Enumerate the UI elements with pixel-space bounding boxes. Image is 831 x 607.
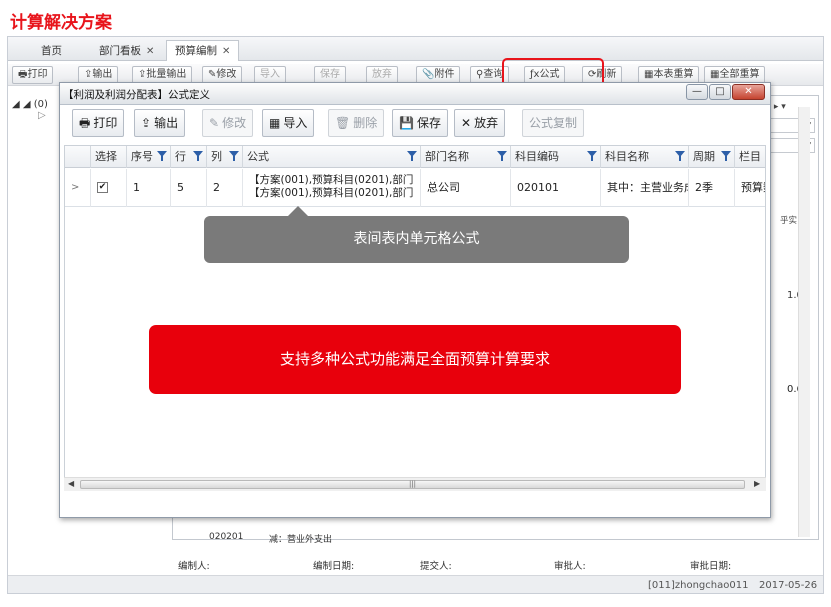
header-formula[interactable]: 公式 <box>243 146 421 168</box>
tab-label: 首页 <box>41 45 62 57</box>
bg-print-button[interactable]: 🖶打印 <box>12 66 54 84</box>
close-icon[interactable]: ✕ <box>732 84 765 100</box>
bg-row-name: 减：营业外支出 <box>269 535 333 545</box>
header-subject-name[interactable]: 科目名称 <box>601 146 689 168</box>
cell-dept: 总公司 <box>421 169 511 207</box>
save-button[interactable]: 💾 保存 <box>392 109 448 137</box>
formula-line: 【方案(001),预算科目(0201),部门 <box>249 187 414 199</box>
status-bar: [011]zhongchao011 2017-05-26 <box>8 575 823 593</box>
edit-button[interactable]: ✎ 修改 <box>202 109 254 137</box>
scroll-thumb[interactable]: ||| <box>80 480 745 489</box>
filter-icon[interactable] <box>193 151 203 161</box>
cell-subject-name: 其中：主营业务成 <box>601 169 689 207</box>
dialog-title: 【利润及利润分配表】公式定义 <box>63 89 210 101</box>
scroll-left-icon[interactable]: ◀ <box>68 479 74 488</box>
copy-formula-button[interactable]: 公式复制 <box>522 109 585 137</box>
import-button[interactable]: ▦ 导入 <box>262 109 315 137</box>
horizontal-scrollbar[interactable]: ◀ ||| ▶ <box>64 477 766 491</box>
chevron-right-icon: > <box>71 182 80 193</box>
header-column[interactable]: 栏目 <box>735 146 765 168</box>
header-col[interactable]: 列 <box>207 146 243 168</box>
cell-period: 2季 <box>689 169 735 207</box>
bg-col-label: 乎实 <box>780 216 798 226</box>
cell-column: 预算数 <box>741 181 765 194</box>
printer-icon: 🖶 <box>79 116 91 130</box>
cell-col: 2 <box>207 169 243 207</box>
prep-date-label: 编制日期: <box>313 561 355 572</box>
cell-row: 5 <box>171 169 207 207</box>
tab-label: 预算编制 <box>175 45 217 57</box>
approve-date-label: 审批日期: <box>690 561 732 572</box>
status-user: [011]zhongchao011 <box>648 580 749 591</box>
table-row[interactable]: > ✔ 1 5 2 【方案(001),预算科目(0201),部门 【方案(001… <box>65 169 765 207</box>
formula-grid: 选择 序号 行 列 公式 部门名称 科目编码 科目名称 周期 栏目 > ✔ 1 … <box>64 145 766 485</box>
row-select-cell[interactable]: ✔ <box>91 169 127 207</box>
tab-home[interactable]: 首页 <box>32 40 71 61</box>
status-date: 2017-05-26 <box>759 580 818 591</box>
delete-button[interactable]: 🗑 删除 <box>328 109 385 137</box>
approver-label: 审批人: <box>554 561 586 572</box>
bg-row-code: 020201 <box>209 532 244 542</box>
form-footer: 编制人: 编制日期: 提交人: 审批人: 审批日期: <box>8 555 823 575</box>
header-cell-indicator <box>65 146 91 168</box>
preparer-label: 编制人: <box>178 561 210 572</box>
export-button[interactable]: ⇪ 输出 <box>134 109 186 137</box>
tab-budget-edit[interactable]: 预算编制 ✕ <box>166 40 240 61</box>
edit-icon: ✎ <box>209 116 220 130</box>
filter-icon[interactable] <box>229 151 239 161</box>
grid-import-icon: ▦ <box>269 116 281 130</box>
filter-icon[interactable] <box>587 151 597 161</box>
attach-icon: 📎 <box>422 69 435 80</box>
header-row[interactable]: 行 <box>171 146 207 168</box>
cell-subject-code: 020101 <box>511 169 601 207</box>
formula-definition-dialog: 【利润及利润分配表】公式定义 — □ ✕ 🖶 打印 ⇪ 输出 ✎ 修改 ▦ 导入 🗑 删除… <box>59 82 771 518</box>
maximize-icon[interactable]: □ <box>709 84 731 100</box>
header-dept[interactable]: 部门名称 <box>421 146 511 168</box>
tab-label: 部门看板 <box>99 45 141 57</box>
header-period[interactable]: 周期 <box>689 146 735 168</box>
save-icon: 💾 <box>399 116 414 130</box>
dialog-titlebar[interactable]: 【利润及利润分配表】公式定义 — □ ✕ <box>60 83 770 105</box>
header-subject-code[interactable]: 科目编码 <box>511 146 601 168</box>
filter-icon[interactable] <box>675 151 685 161</box>
tab-dept-dashboard[interactable]: 部门看板 ✕ <box>90 40 163 61</box>
tab-bar: 首页 部门看板 ✕ 预算编制 ✕ <box>8 37 823 61</box>
trash-icon: 🗑 <box>335 116 351 130</box>
cross-icon: ✕ <box>461 116 472 130</box>
header-seq[interactable]: 序号 <box>127 146 171 168</box>
filter-icon[interactable] <box>157 151 167 161</box>
minimize-icon[interactable]: — <box>686 84 708 100</box>
dialog-toolbar: 🖶 打印 ⇪ 输出 ✎ 修改 ▦ 导入 🗑 删除 💾 保存 ✕ 放弃 公式复制 <box>60 109 770 139</box>
callout-cell-formula: 表间表内单元格公式 <box>204 216 629 263</box>
export-icon: ⇪ <box>141 116 152 130</box>
filter-icon[interactable] <box>407 151 417 161</box>
close-icon[interactable]: ✕ <box>146 46 154 57</box>
grid-header: 选择 序号 行 列 公式 部门名称 科目编码 科目名称 周期 栏目 <box>65 146 765 168</box>
discard-button[interactable]: ✕ 放弃 <box>454 109 506 137</box>
scroll-right-icon[interactable]: ▶ <box>754 479 760 488</box>
cell-seq: 1 <box>127 169 171 207</box>
formula-line: 【方案(001),预算科目(0201),部门 <box>249 174 414 186</box>
row-checkbox[interactable]: ✔ <box>97 182 108 193</box>
page-title: 计算解决方案 <box>10 13 112 33</box>
filter-icon[interactable] <box>721 151 731 161</box>
close-icon[interactable]: ✕ <box>222 46 230 57</box>
callout-summary: 支持多种公式功能满足全面预算计算要求 <box>149 325 681 394</box>
header-select[interactable]: 选择 <box>91 146 127 168</box>
bg-vertical-scrollbar[interactable] <box>798 107 810 537</box>
row-indicator: > <box>65 169 91 207</box>
print-button[interactable]: 🖶 打印 <box>72 109 125 137</box>
submitter-label: 提交人: <box>420 561 452 572</box>
filter-icon[interactable] <box>497 151 507 161</box>
cell-formula[interactable]: 【方案(001),预算科目(0201),部门 【方案(001),预算科目(020… <box>243 169 421 207</box>
